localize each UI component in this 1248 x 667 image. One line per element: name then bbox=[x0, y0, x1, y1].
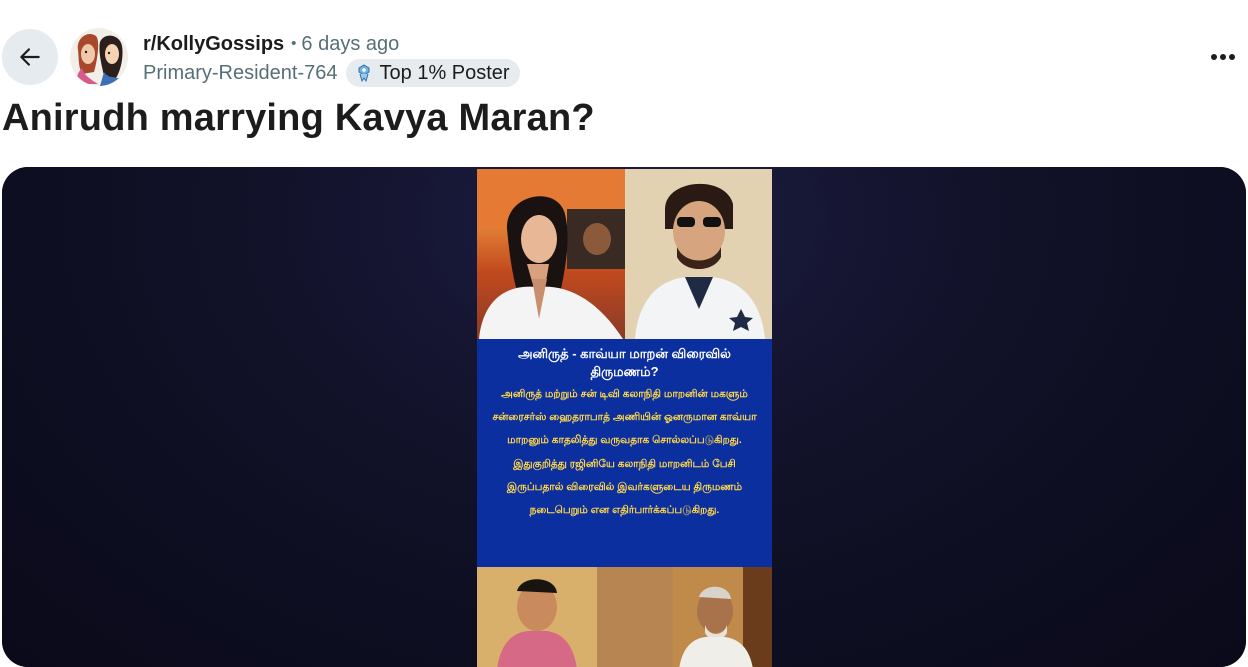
author-link[interactable]: Primary-Resident-764 bbox=[143, 60, 338, 86]
more-options-button[interactable] bbox=[1204, 38, 1242, 76]
photo-man-right bbox=[673, 567, 772, 667]
image-top-photos bbox=[477, 169, 772, 339]
photo-man-sunglasses bbox=[625, 169, 772, 339]
photo-man-left bbox=[477, 567, 673, 667]
image-bottom-photos bbox=[477, 567, 772, 667]
back-button[interactable] bbox=[2, 29, 58, 85]
subreddit-avatar[interactable] bbox=[70, 28, 128, 86]
post-image[interactable]: அனிருத் - காவ்யா மாறன் விரைவில் திருமணம்… bbox=[477, 169, 772, 667]
image-text-panel: அனிருத் - காவ்யா மாறன் விரைவில் திருமணம்… bbox=[477, 339, 772, 567]
image-body-text: அனிருத் மற்றும் சன் டிவி கலாநிதி மாறனின்… bbox=[492, 388, 757, 517]
post-title: Anirudh marrying Kavya Maran? bbox=[2, 97, 595, 139]
post-time: 6 days ago bbox=[301, 33, 400, 55]
arrow-left-icon bbox=[20, 48, 40, 66]
image-heading: அனிருத் - காவ்யா மாறன் விரைவில் திருமணம்… bbox=[518, 346, 731, 379]
top-poster-badge-icon bbox=[358, 64, 370, 83]
more-horizontal-icon bbox=[1211, 54, 1235, 60]
flair-label: Top 1% Poster bbox=[379, 62, 510, 84]
post-media[interactable]: அனிருத் - காவ்யா மாறன் விரைவில் திருமணம்… bbox=[2, 167, 1246, 667]
user-flair: Top 1% Poster bbox=[345, 59, 520, 87]
post-meta: r/KollyGossips • 6 days ago Primary-Resi… bbox=[143, 31, 520, 87]
photo-woman bbox=[477, 169, 625, 339]
avatar-illustration bbox=[70, 28, 128, 86]
meta-separator: • bbox=[291, 35, 297, 52]
subreddit-link[interactable]: r/KollyGossips bbox=[143, 31, 284, 57]
